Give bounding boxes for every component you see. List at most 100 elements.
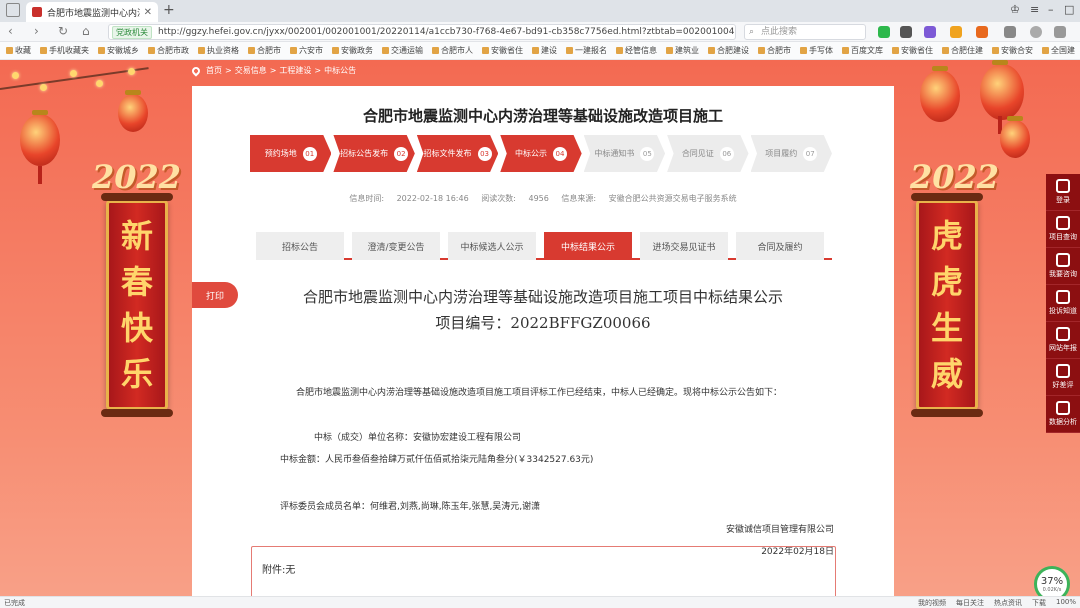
tab-notice[interactable]: 中标结果公示 xyxy=(544,232,632,260)
step-item: 招标文件发布 03 xyxy=(416,135,499,172)
bookmark-item[interactable]: 全国建 xyxy=(1042,45,1075,56)
status-text: 已完成 xyxy=(4,599,25,607)
step-label: 合同见证 xyxy=(681,149,714,158)
bookmark-item[interactable]: 交通运输 xyxy=(382,45,423,56)
scissors-icon[interactable] xyxy=(900,26,912,38)
source-label: 信息来源: xyxy=(561,194,597,203)
breadcrumb-current[interactable]: 中标公告 xyxy=(324,65,356,76)
year-text-left: 2022 xyxy=(92,158,182,196)
step-label: 中标公示 xyxy=(514,149,547,158)
sidebar-float-item[interactable]: 投诉知道 xyxy=(1046,285,1080,322)
bookmarks-bar: 收藏 手机收藏夹 安徽城乡 合肥市政 执业资格 合肥市 六安市 安徽政务 交通运输 合肥市人 安徽省… xyxy=(0,42,1080,60)
banner-char: 虎 xyxy=(930,217,963,255)
wechat-icon[interactable] xyxy=(878,26,890,38)
bookmark-item[interactable]: 安徽省住 xyxy=(892,45,933,56)
forward-icon[interactable]: › xyxy=(34,24,39,38)
bookmark-item[interactable]: 合肥市政 xyxy=(148,45,189,56)
tab-notice[interactable]: 合同及履约 xyxy=(736,232,824,260)
shirt-icon[interactable]: ♔ xyxy=(1010,3,1020,16)
banner-char: 乐 xyxy=(120,355,153,393)
print-button[interactable]: 打印 xyxy=(192,282,238,308)
reload-icon[interactable]: ↻ xyxy=(58,24,68,38)
bookmark-item[interactable]: 百度文库 xyxy=(842,45,883,56)
bookmark-item[interactable]: 建筑业 xyxy=(666,45,699,56)
browser-tab[interactable]: 合肥市地震监测中心内涝治理等 ✕ xyxy=(26,2,158,22)
bookmark-item[interactable]: 经管信息 xyxy=(616,45,657,56)
step-label: 项目履约 xyxy=(765,149,798,158)
bookmark-item[interactable]: 安徽省住 xyxy=(482,45,523,56)
brightness-icon[interactable] xyxy=(1030,26,1042,38)
progress-steps: 预约场地 01 招标公告发布 02 招标文件发布 03 中标公示 04 中标通知书 05 合同见证 0… xyxy=(250,135,834,172)
bookmark-item[interactable]: 一建报名 xyxy=(566,45,607,56)
home-icon[interactable]: ⌂ xyxy=(82,24,90,38)
plum-blossom xyxy=(70,70,77,77)
tab-notice[interactable]: 进场交易见证书 xyxy=(640,232,728,260)
sidebar-float-item[interactable]: 我要咨询 xyxy=(1046,248,1080,285)
banner-char: 威 xyxy=(930,355,963,393)
lantern-icon xyxy=(118,90,148,132)
bookmark-item[interactable]: 合肥市 xyxy=(248,45,281,56)
web-page: 2022 2022 新 春 快 乐 虎 虎 生 威 首页 > 交易信息 > 工程… xyxy=(0,60,1080,596)
menu-icon[interactable]: ≡ xyxy=(1030,3,1039,16)
tab-notice[interactable]: 招标公告 xyxy=(256,232,344,260)
sidebar-float-item[interactable]: 登录 xyxy=(1046,174,1080,211)
source-value: 安徽合肥公共资源交易电子服务系统 xyxy=(608,194,737,203)
back-icon[interactable]: ‹ xyxy=(8,24,13,38)
plum-blossom xyxy=(96,80,103,87)
status-item[interactable]: 100% xyxy=(1056,598,1076,608)
step-number: 03 xyxy=(477,146,492,161)
search-input[interactable]: ⌕ 点此搜索 xyxy=(744,24,866,40)
bookmark-item[interactable]: 安徽城乡 xyxy=(98,45,139,56)
sidebar-float-item[interactable]: 网站年报 xyxy=(1046,322,1080,359)
status-item[interactable]: 每日关注 xyxy=(956,598,984,608)
bookmark-item[interactable]: 六安市 xyxy=(290,45,323,56)
shield-icon[interactable] xyxy=(950,26,962,38)
bookmark-item[interactable]: 收藏 xyxy=(6,45,31,56)
tab-title: 合肥市地震监测中心内涝治理等 xyxy=(47,8,140,19)
game-icon[interactable] xyxy=(976,26,988,38)
bookmark-item[interactable]: 手写体 xyxy=(800,45,833,56)
bookmark-item[interactable]: 安徽政务 xyxy=(332,45,373,56)
bookmark-item[interactable]: 合肥建设 xyxy=(708,45,749,56)
bookmark-item[interactable]: 手机收藏夹 xyxy=(40,45,89,56)
undo-icon[interactable] xyxy=(1054,26,1066,38)
sidebar-float-item[interactable]: 项目查询 xyxy=(1046,211,1080,248)
bookmark-item[interactable]: 建设 xyxy=(532,45,557,56)
attachment-box: 附件:无 xyxy=(251,546,836,596)
sidebar-float-item[interactable]: 好差评 xyxy=(1046,359,1080,396)
step-number: 04 xyxy=(552,146,567,161)
sidebar-float-label: 项目查询 xyxy=(1049,233,1077,241)
banner-right: 虎 虎 生 威 xyxy=(911,193,983,417)
network-speed-widget[interactable]: 37% 0.02K/s xyxy=(1034,566,1070,596)
banner-char: 春 xyxy=(120,263,153,301)
bookmark-item[interactable]: 执业资格 xyxy=(198,45,239,56)
url-input[interactable]: 党政机关 http://ggzy.hefei.gov.cn/jyxx/00200… xyxy=(108,24,736,40)
tab-notice[interactable]: 澄清/变更公告 xyxy=(352,232,440,260)
step-item: 合同见证 06 xyxy=(667,135,749,172)
grid-icon[interactable] xyxy=(1004,26,1016,38)
close-tab-icon[interactable]: ✕ xyxy=(144,7,152,18)
minimize-icon[interactable]: – xyxy=(1048,3,1054,16)
sidebar-float-item[interactable]: 数据分析 xyxy=(1046,396,1080,433)
status-item[interactable]: 下载 xyxy=(1032,598,1046,608)
bookmark-item[interactable]: 合肥市人 xyxy=(432,45,473,56)
step-item: 招标公告发布 02 xyxy=(333,135,415,172)
bookmark-item[interactable]: 合肥市 xyxy=(758,45,791,56)
status-item[interactable]: 我的视频 xyxy=(918,598,946,608)
extension-icon[interactable] xyxy=(924,26,936,38)
breadcrumb-trade-info[interactable]: 交易信息 xyxy=(235,65,267,76)
step-item: 预约场地 01 xyxy=(250,135,332,172)
breadcrumb-sep: > xyxy=(225,66,232,75)
breadcrumb-home[interactable]: 首页 xyxy=(206,65,222,76)
tab-notice[interactable]: 中标候选人公示 xyxy=(448,232,536,260)
winner-line: 中标（成交）单位名称：安徽协宏建设工程有限公司 xyxy=(314,433,522,443)
sidebar-toggle-icon[interactable] xyxy=(6,3,20,17)
bookmark-item[interactable]: 安徽合安 xyxy=(992,45,1033,56)
bookmark-item[interactable]: 合肥住建 xyxy=(942,45,983,56)
maximize-icon[interactable]: □ xyxy=(1064,3,1074,16)
status-item[interactable]: 热点资讯 xyxy=(994,598,1022,608)
new-tab-icon[interactable]: + xyxy=(163,2,175,18)
notice-tabs: 招标公告 澄清/变更公告 中标候选人公示 中标结果公示 进场交易见证书 合同及履约 xyxy=(256,232,832,260)
banner-char: 生 xyxy=(930,309,963,347)
breadcrumb-construction[interactable]: 工程建设 xyxy=(279,65,311,76)
